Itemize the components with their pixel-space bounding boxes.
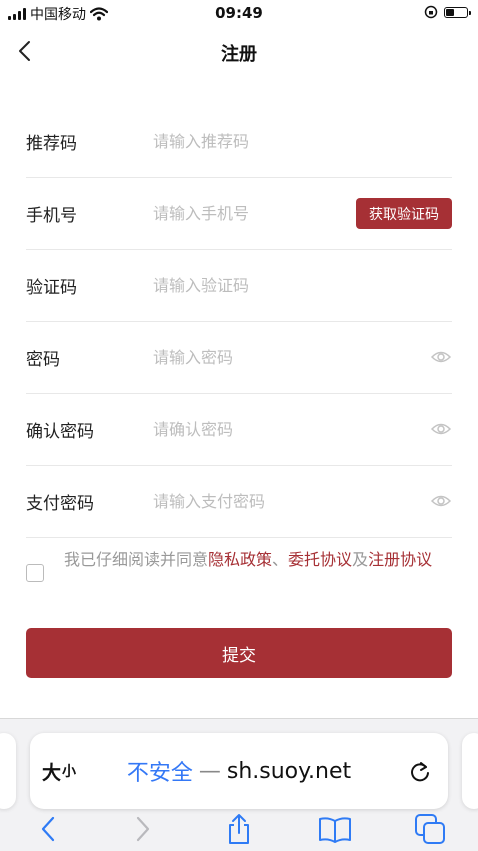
reload-icon[interactable] [408,759,432,783]
agreement-sep2: 及 [352,550,369,569]
register-form: 推荐码 手机号 获取验证码 验证码 密码 确认密码 支付密码 [26,106,452,538]
eye-icon[interactable] [430,418,452,440]
nav-bar: 注册 [0,28,478,76]
next-tab-bar[interactable] [462,733,478,809]
browser-back-button[interactable] [28,809,68,849]
browser-chrome: 大小 不安全 — sh.suoy.net [0,718,478,851]
pay-password-label: 支付密码 [26,494,94,514]
status-right [424,5,471,19]
insecure-label: 不安全 [126,761,193,786]
bookmarks-icon [318,817,351,843]
verify-code-label: 验证码 [26,278,77,298]
agreement-text: 我已仔细阅读并同意隐私政策、委托协议及注册协议 [64,548,454,572]
get-code-button[interactable]: 获取验证码 [356,198,452,229]
confirm-password-row: 确认密码 [26,394,452,466]
eye-icon[interactable] [430,346,452,368]
bookmarks-button[interactable] [315,809,355,849]
agreement-prefix: 我已仔细阅读并同意 [64,550,209,569]
referral-row: 推荐码 [26,106,452,178]
url-host: sh.suoy.net [226,758,352,784]
battery-icon [444,6,471,18]
entrust-agreement-link[interactable]: 委托协议 [288,550,352,569]
back-chevron-icon [41,816,54,842]
submit-button[interactable]: 提交 [26,628,452,678]
address-bar[interactable]: 大小 不安全 — sh.suoy.net [30,733,448,809]
eye-icon[interactable] [430,490,452,512]
status-bar: 中国移动 09:49 [0,0,478,28]
url-display: 不安全 — sh.suoy.net [30,733,448,809]
url-separator: — [198,758,221,784]
register-agreement-link[interactable]: 注册协议 [368,550,432,569]
tabs-button[interactable] [410,809,450,849]
password-label: 密码 [26,350,60,370]
confirm-password-label: 确认密码 [26,422,94,442]
browser-toolbar [0,807,478,851]
status-time: 09:49 [215,4,263,22]
pay-password-row: 支付密码 [26,466,452,538]
password-row: 密码 [26,322,452,394]
prev-tab-bar[interactable] [0,733,16,809]
verify-code-input[interactable] [153,276,452,295]
agreement-checkbox[interactable] [26,564,44,582]
confirm-password-input[interactable] [153,420,452,439]
rotation-lock-icon [424,5,438,19]
phone-label: 手机号 [26,206,77,226]
agreement-sep1: 、 [272,550,289,569]
browser-forward-button[interactable] [123,809,163,849]
privacy-policy-link[interactable]: 隐私政策 [208,550,272,569]
referral-input[interactable] [153,132,452,151]
password-input[interactable] [153,348,452,367]
share-icon [228,814,249,844]
phone-row: 手机号 获取验证码 [26,178,452,250]
forward-chevron-icon [137,816,150,842]
verify-code-row: 验证码 [26,250,452,322]
tabs-icon [415,814,446,844]
referral-label: 推荐码 [26,134,77,154]
pay-password-input[interactable] [153,492,452,511]
page-title: 注册 [221,44,257,65]
share-button[interactable] [219,809,259,849]
